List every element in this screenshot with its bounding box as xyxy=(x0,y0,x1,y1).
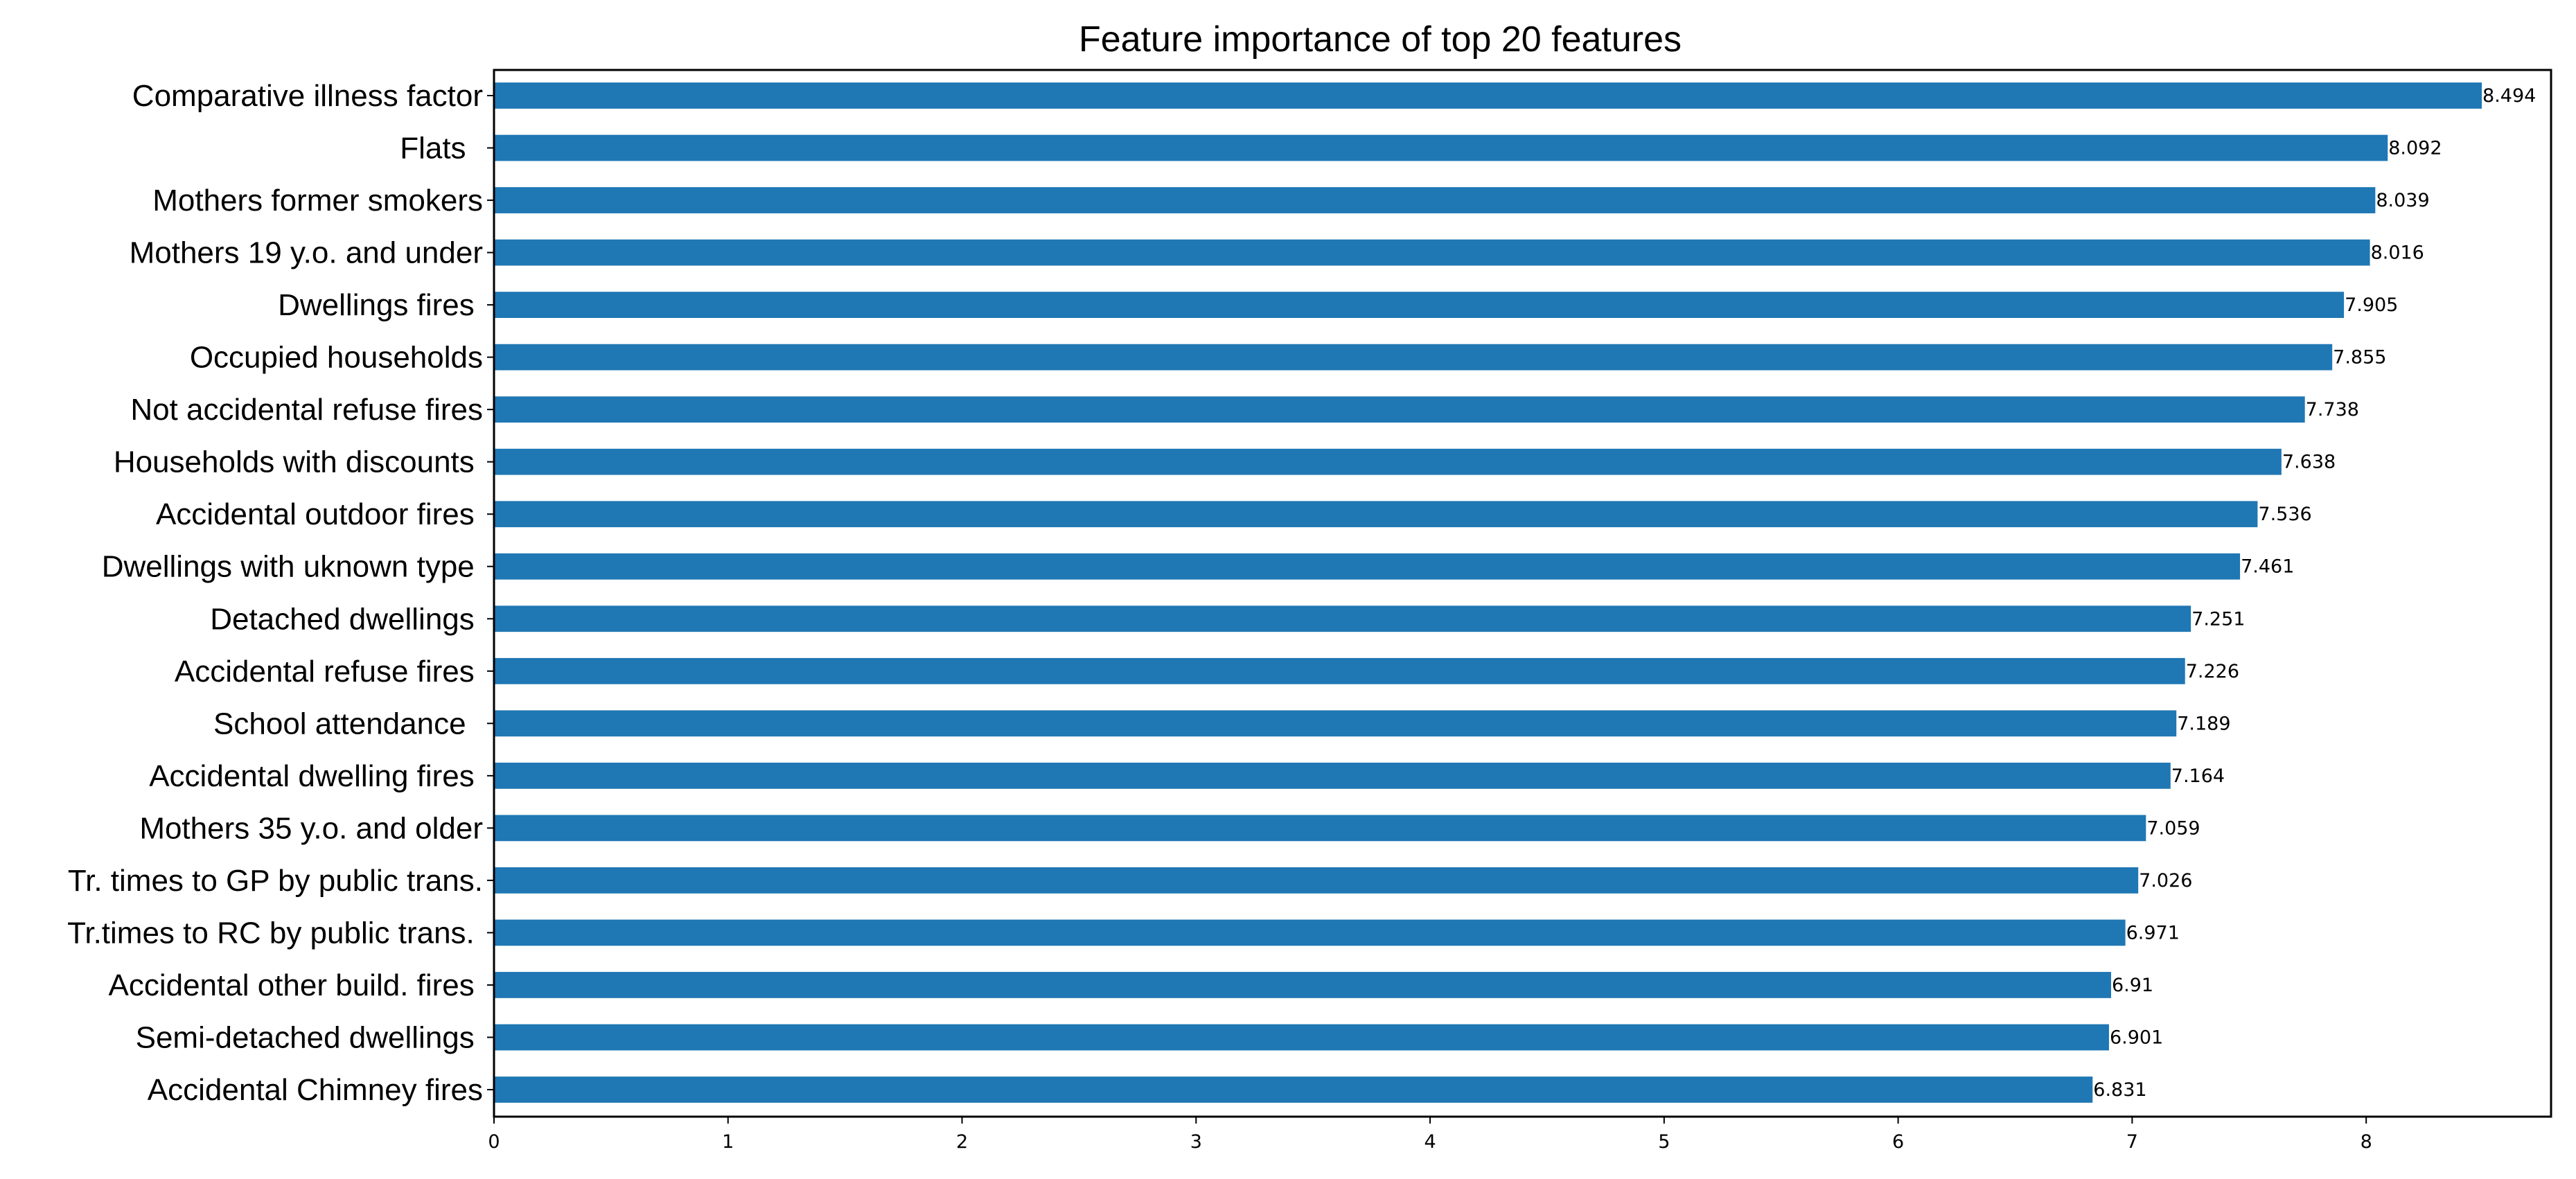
bar xyxy=(494,134,2388,161)
bar xyxy=(494,396,2305,423)
bar xyxy=(494,553,2241,580)
bar-value-label: 8.039 xyxy=(2376,190,2429,211)
y-tick-label: Mothers former smokers xyxy=(152,184,483,218)
bar xyxy=(494,972,2111,998)
bar-value-label: 7.226 xyxy=(2186,661,2239,682)
bar xyxy=(494,292,2345,318)
y-tick-label: Tr. times to GP by public trans. xyxy=(68,864,483,898)
bar xyxy=(494,1076,2093,1103)
y-tick-label: Occupied households xyxy=(190,341,483,375)
bar-value-label: 7.461 xyxy=(2241,556,2294,578)
y-tick-label: Detached dwellings xyxy=(210,602,483,636)
bar xyxy=(494,187,2376,213)
bar-value-label: 7.059 xyxy=(2146,817,2200,839)
bar-value-label: 7.638 xyxy=(2282,452,2336,473)
bar-value-label: 8.092 xyxy=(2388,138,2442,159)
bar xyxy=(494,762,2171,789)
bars-group: 8.494 8.092 8.039 8.016 7.905 7.855 7.738 7.638… xyxy=(494,82,2536,1103)
y-tick-labels: Comparative illness factor Flats Mothers … xyxy=(67,79,494,1107)
bar-value-label: 8.016 xyxy=(2371,242,2424,264)
y-tick-label: Not accidental refuse fires xyxy=(130,393,483,427)
bar-value-label: 6.971 xyxy=(2126,922,2180,943)
y-tick-label: Mothers 19 y.o. and under xyxy=(130,236,483,270)
y-tick-label: Accidental other build. fires xyxy=(108,968,483,1002)
y-tick-label: Accidental dwelling fires xyxy=(149,759,483,793)
bar-value-label: 7.189 xyxy=(2177,713,2230,734)
bar xyxy=(494,1024,2109,1051)
y-tick-label: Households with discounts xyxy=(114,445,483,479)
x-tick-label: 8 xyxy=(2361,1131,2372,1153)
bar-value-label: 7.251 xyxy=(2191,608,2245,630)
bar xyxy=(494,239,2370,266)
y-tick-label: Dwellings fires xyxy=(278,288,483,322)
bar-value-label: 6.831 xyxy=(2093,1079,2146,1101)
bar xyxy=(494,657,2185,684)
y-tick-label: Mothers 35 y.o. and older xyxy=(139,811,483,845)
bar xyxy=(494,815,2146,842)
bar xyxy=(494,82,2482,109)
bar-value-label: 7.164 xyxy=(2171,765,2225,787)
y-tick-label: School attendance xyxy=(213,707,483,741)
x-tick-label: 2 xyxy=(956,1131,968,1153)
bar xyxy=(494,867,2139,894)
y-tick-label: Accidental Chimney fires xyxy=(148,1073,483,1107)
x-tick-label: 5 xyxy=(1658,1131,1670,1153)
feature-importance-chart: Feature importance of top 20 features 8.… xyxy=(67,19,2552,1153)
bar-value-label: 7.905 xyxy=(2345,294,2398,316)
chart-title: Feature importance of top 20 features xyxy=(1079,19,1682,60)
x-tick-label: 0 xyxy=(488,1131,500,1153)
y-tick-label: Comparative illness factor xyxy=(132,79,483,113)
y-tick-label: Semi-detached dwellings xyxy=(136,1020,483,1054)
y-tick-label: Dwellings with uknown type xyxy=(102,550,483,584)
x-tick-label: 4 xyxy=(1424,1131,1436,1153)
x-tick-label: 7 xyxy=(2126,1131,2138,1153)
axes-frame xyxy=(493,69,2552,1118)
x-tick-label: 6 xyxy=(1892,1131,1904,1153)
bar-value-label: 7.026 xyxy=(2139,870,2192,892)
y-tick-label: Accidental refuse fires xyxy=(175,655,483,689)
bar xyxy=(494,605,2191,632)
bar xyxy=(494,919,2126,946)
bar xyxy=(494,501,2258,528)
bar-value-label: 7.738 xyxy=(2306,399,2359,420)
y-tick-label: Flats xyxy=(400,132,483,166)
bar xyxy=(494,448,2282,475)
bar xyxy=(494,710,2177,737)
y-tick-label: Tr.times to RC by public trans. xyxy=(67,916,483,950)
x-tick-label: 1 xyxy=(722,1131,734,1153)
bar xyxy=(494,344,2333,371)
bar-value-label: 8.494 xyxy=(2482,85,2536,107)
x-axis: 0 1 2 3 4 5 6 7 8 xyxy=(488,1117,2372,1153)
bar-value-label: 7.855 xyxy=(2333,347,2386,369)
bar-value-label: 6.901 xyxy=(2110,1027,2163,1048)
y-tick-label: Accidental outdoor fires xyxy=(156,497,483,531)
bar-value-label: 6.91 xyxy=(2112,975,2153,996)
bar-value-label: 7.536 xyxy=(2258,504,2311,525)
x-tick-label: 3 xyxy=(1190,1131,1202,1153)
